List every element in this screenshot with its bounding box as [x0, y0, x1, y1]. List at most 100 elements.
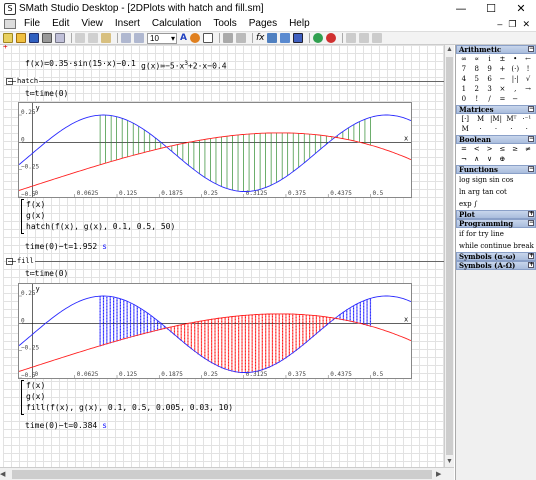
worksheet[interactable]: + f(x)≔0.35·sin(15·x)−0.1 g(x)≔−5·x3+2·x…	[0, 45, 444, 467]
arithmetic-key[interactable]: 8	[471, 65, 483, 74]
arithmetic-panel-header[interactable]: Arithmetic −	[456, 45, 536, 54]
fill-list-g[interactable]: g(x)	[26, 392, 45, 401]
boolean-key[interactable]: >	[484, 145, 496, 154]
matrix-key[interactable]: ·	[504, 125, 518, 134]
fill-list-call[interactable]: fill(f(x), g(x), 0.1, 0.5, 0.005, 0.03, …	[26, 403, 233, 412]
matrix-key[interactable]: ·	[489, 125, 503, 134]
function-icon[interactable]: fx	[256, 33, 265, 43]
matrix-key[interactable]: Mᵀ	[504, 115, 518, 124]
fill-timing-result[interactable]: time(0)−t=0.384 s	[25, 421, 107, 430]
collapse-icon[interactable]: −	[528, 106, 534, 112]
menu-calculation[interactable]: Calculation	[146, 17, 207, 31]
collapse-icon[interactable]: −	[528, 220, 534, 226]
plot-panel-header[interactable]: Plot +	[456, 210, 536, 219]
cut-icon[interactable]	[75, 33, 85, 43]
arithmetic-key[interactable]: 6	[484, 75, 496, 84]
boolean-key[interactable]: ≠	[522, 145, 534, 154]
vertical-scrollbar[interactable]: ▲ ▼	[444, 45, 454, 467]
expand-icon[interactable]: +	[528, 262, 534, 268]
boolean-key[interactable]: ⊕	[496, 155, 508, 164]
arithmetic-key[interactable]: ←	[522, 55, 534, 64]
horizontal-scrollbar[interactable]: ◀ ▶	[0, 467, 454, 480]
matrix-key[interactable]: ·	[520, 125, 534, 134]
matrices-panel-header[interactable]: Matrices −	[456, 105, 536, 114]
arithmetic-key[interactable]: ,	[509, 85, 521, 94]
redo-icon[interactable]	[134, 33, 144, 43]
menu-view[interactable]: View	[75, 17, 109, 31]
recalculate-icon[interactable]	[313, 33, 324, 43]
fill-list-f[interactable]: f(x)	[26, 381, 45, 390]
boolean-key[interactable]: =	[458, 145, 470, 154]
mdi-restore-icon[interactable]: ❐	[508, 19, 516, 30]
hatch-plot[interactable]: 0.25 0 −0.25 −0.5 0 0.0625 0.125 0.1875 0.25 0.31…	[18, 102, 412, 198]
calc-options-icon[interactable]	[293, 33, 304, 43]
arithmetic-key[interactable]: 0	[458, 95, 470, 104]
fill-plot[interactable]: 0.25 0 −0.25 −0.5 0 0.0625 0.125 0.1875 0.25 0.31…	[18, 283, 412, 379]
fill-collapse-icon[interactable]: −	[6, 258, 14, 266]
boolean-key[interactable]: <	[471, 145, 483, 154]
matrix-key[interactable]: [·]	[458, 115, 472, 124]
arithmetic-key[interactable]: ±	[496, 55, 508, 64]
page-view-icon[interactable]	[280, 33, 291, 43]
arithmetic-key[interactable]: i	[484, 55, 496, 64]
undo-icon[interactable]	[121, 33, 131, 43]
arithmetic-key[interactable]: +	[496, 65, 508, 74]
hatch-list-f[interactable]: f(x)	[26, 200, 45, 209]
programming-panel-header[interactable]: Programming −	[456, 219, 536, 228]
mdi-close-icon[interactable]: ✕	[522, 19, 530, 30]
arithmetic-key[interactable]: =	[496, 95, 508, 104]
hatch-t-definition[interactable]: t≔time(0)	[25, 89, 68, 98]
print-preview-icon[interactable]	[55, 33, 65, 43]
hatch-collapse-icon[interactable]: −	[6, 78, 14, 86]
arithmetic-key[interactable]: •	[509, 55, 521, 64]
boolean-key[interactable]: ∨	[484, 155, 496, 164]
text-color-icon[interactable]: A	[180, 33, 187, 43]
arithmetic-key[interactable]: 1	[458, 85, 470, 94]
arithmetic-key[interactable]: 9	[484, 65, 496, 74]
insert-matrix-icon[interactable]	[222, 33, 233, 43]
matrix-key[interactable]: ·⁻¹	[520, 115, 534, 124]
functions-row[interactable]: log sign sin cos	[456, 174, 536, 186]
arithmetic-key[interactable]: 7	[458, 65, 470, 74]
pause-icon[interactable]	[346, 33, 357, 43]
hatch-timing-result[interactable]: time(0)−t=1.952 s	[25, 242, 107, 251]
arithmetic-key[interactable]: (·)	[509, 65, 521, 74]
collapse-icon[interactable]: −	[528, 166, 534, 172]
collapse-icon[interactable]: −	[528, 136, 534, 142]
menu-tools[interactable]: Tools	[207, 17, 242, 31]
boolean-key[interactable]: ≥	[509, 145, 521, 154]
boolean-key[interactable]: ≤	[496, 145, 508, 154]
arithmetic-key[interactable]: −	[509, 95, 521, 104]
maximize-button[interactable]: ☐	[476, 0, 506, 17]
filter-icon[interactable]	[267, 33, 278, 43]
text-region-icon[interactable]	[202, 33, 213, 43]
f-definition[interactable]: f(x)≔0.35·sin(15·x)−0.1	[25, 59, 136, 68]
fill-t-definition[interactable]: t≔time(0)	[25, 269, 68, 278]
symbols-lower-panel-header[interactable]: Symbols (α-ω) +	[456, 252, 536, 261]
arithmetic-key[interactable]: /	[484, 95, 496, 104]
insert-unit-icon[interactable]	[235, 33, 246, 43]
minimize-button[interactable]: —	[446, 0, 476, 17]
scroll-up-icon[interactable]: ▲	[445, 45, 454, 55]
functions-panel-header[interactable]: Functions −	[456, 165, 536, 174]
close-button[interactable]: ✕	[506, 0, 536, 17]
menu-file[interactable]: File	[18, 17, 46, 31]
step-icon[interactable]	[359, 33, 370, 43]
arithmetic-key[interactable]: !	[522, 65, 534, 74]
new-icon[interactable]	[3, 33, 13, 43]
hatch-list-call[interactable]: hatch(f(x), g(x), 0.1, 0.5, 50)	[26, 222, 175, 231]
copy-icon[interactable]	[88, 33, 98, 43]
arithmetic-key[interactable]: ×	[496, 85, 508, 94]
menu-pages[interactable]: Pages	[243, 17, 283, 31]
matrix-key[interactable]: M	[458, 125, 472, 134]
highlight-icon[interactable]	[189, 33, 200, 43]
mdi-minimize-icon[interactable]: –	[497, 19, 502, 30]
save-icon[interactable]	[29, 33, 39, 43]
g-definition[interactable]: g(x)≔−5·x3+2·x−0.4	[141, 59, 227, 71]
arithmetic-key[interactable]: −	[496, 75, 508, 84]
hatch-region-label[interactable]: hatch	[16, 77, 40, 85]
arithmetic-key[interactable]: →	[522, 85, 534, 94]
vertical-scroll-thumb[interactable]	[446, 57, 453, 455]
arithmetic-key[interactable]: |·|	[509, 75, 521, 84]
horizontal-scroll-thumb[interactable]	[12, 469, 432, 479]
